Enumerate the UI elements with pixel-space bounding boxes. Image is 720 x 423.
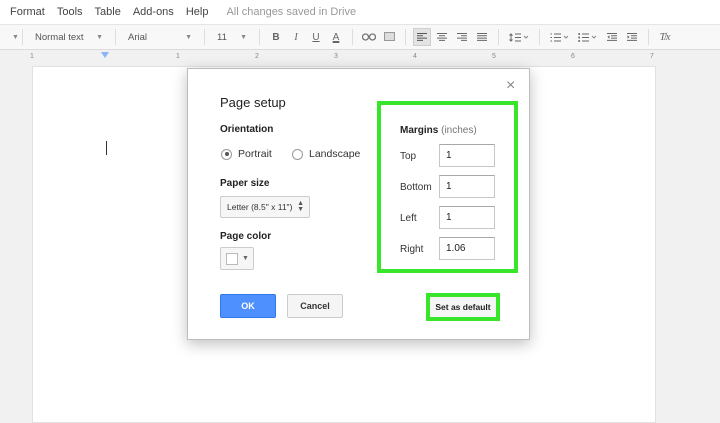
top-margin-input[interactable]: 1 — [439, 144, 495, 167]
underline-button[interactable]: U — [307, 28, 325, 46]
bold-button[interactable]: B — [267, 28, 285, 46]
margins-title-text: Margins — [400, 125, 439, 136]
link-icon[interactable] — [360, 28, 378, 46]
font-dropdown[interactable]: Arial ▼ — [122, 28, 198, 46]
chevron-down-icon: ▼ — [96, 33, 103, 41]
toolbar: ▼ Normal text ▼ Arial ▼ 11 ▼ B I U A T̸x — [0, 24, 720, 50]
right-margin-label: Right — [400, 244, 424, 255]
updown-arrows-icon: ▲ ▼ — [297, 200, 304, 213]
toolbar-divider — [259, 29, 260, 45]
orientation-label: Orientation — [220, 124, 274, 135]
ruler-tick: 5 — [492, 53, 496, 60]
italic-button[interactable]: I — [287, 28, 305, 46]
toolbar-divider — [352, 29, 353, 45]
style-value: Normal text — [35, 31, 84, 43]
paper-size-value: Letter (8.5" x 11") — [227, 202, 293, 212]
align-right-icon[interactable] — [453, 28, 471, 46]
save-status: All changes saved in Drive — [226, 6, 357, 18]
align-left-icon[interactable] — [413, 28, 431, 46]
bottom-margin-input[interactable]: 1 — [439, 175, 495, 198]
landscape-radio[interactable]: Landscape — [292, 148, 360, 160]
clear-formatting-button[interactable]: T̸x — [656, 28, 674, 46]
ok-button[interactable]: OK — [220, 294, 276, 318]
align-justify-icon[interactable] — [473, 28, 491, 46]
menu-tools[interactable]: Tools — [47, 6, 83, 18]
set-default-highlight: Set as default — [426, 293, 500, 321]
ruler-tick: 2 — [255, 53, 259, 60]
decrease-indent-icon[interactable] — [603, 28, 621, 46]
toolbar-divider — [405, 29, 406, 45]
menu-bar: Format Tools Table Add-ons Help All chan… — [0, 0, 720, 24]
portrait-radio[interactable]: Portrait — [221, 148, 272, 160]
radio-unchecked-icon — [292, 148, 303, 160]
font-size-dropdown[interactable]: 11 ▼ — [211, 28, 253, 46]
comment-icon[interactable] — [380, 28, 398, 46]
menu-format[interactable]: Format — [0, 6, 45, 18]
increase-indent-icon[interactable] — [623, 28, 641, 46]
menu-help[interactable]: Help — [176, 6, 209, 18]
chevron-down-icon: ▼ — [240, 33, 247, 41]
page-setup-dialog: × Page setup Orientation Portrait Landsc… — [187, 68, 530, 340]
font-size-value: 11 — [217, 31, 227, 43]
left-margin-label: Left — [400, 213, 417, 224]
text-cursor — [106, 141, 107, 155]
ruler-tick: 4 — [413, 53, 417, 60]
font-value: Arial — [128, 31, 148, 43]
left-margin-input[interactable]: 1 — [439, 206, 495, 229]
toolbar-divider — [648, 29, 649, 45]
right-margin-input[interactable]: 1.06 — [439, 237, 495, 260]
menu-table[interactable]: Table — [85, 6, 121, 18]
close-icon[interactable]: × — [506, 77, 515, 95]
toolbar-divider — [115, 29, 116, 45]
top-margin-label: Top — [400, 151, 417, 162]
portrait-label: Portrait — [238, 148, 272, 160]
cancel-button[interactable]: Cancel — [287, 294, 343, 318]
paper-size-label: Paper size — [220, 178, 270, 189]
landscape-label: Landscape — [309, 148, 361, 160]
text-color-button[interactable]: A — [327, 28, 345, 46]
radio-checked-icon — [221, 148, 232, 160]
chevron-down-icon: ▼ — [12, 33, 19, 41]
color-swatch — [226, 253, 238, 265]
ruler-tick: 1 — [30, 53, 34, 60]
ruler-tick: 3 — [334, 53, 338, 60]
toolbar-divider — [539, 29, 540, 45]
style-dropdown[interactable]: Normal text ▼ — [29, 28, 109, 46]
indent-marker[interactable] — [101, 52, 109, 58]
toolbar-divider — [204, 29, 205, 45]
page-color-label: Page color — [220, 231, 272, 242]
align-center-icon[interactable] — [433, 28, 451, 46]
dialog-title: Page setup — [220, 95, 286, 110]
bottom-margin-label: Bottom — [400, 182, 432, 193]
toolbar-divider — [498, 29, 499, 45]
toolbar-divider — [22, 29, 23, 45]
ruler-tick: 1 — [176, 53, 180, 60]
chevron-down-icon: ▼ — [242, 255, 249, 262]
ruler: 1 1 2 3 4 5 6 7 — [0, 50, 720, 66]
line-spacing-icon[interactable] — [506, 28, 532, 46]
paper-size-select[interactable]: Letter (8.5" x 11") ▲ ▼ — [220, 196, 310, 218]
bulleted-list-icon[interactable] — [575, 28, 601, 46]
ruler-tick: 6 — [571, 53, 575, 60]
menu-addons[interactable]: Add-ons — [123, 6, 174, 18]
ruler-tick: 7 — [650, 53, 654, 60]
numbered-list-icon[interactable] — [547, 28, 573, 46]
margins-unit: (inches) — [441, 125, 477, 136]
set-as-default-button[interactable]: Set as default — [430, 297, 496, 317]
margins-section: Margins (inches) Top 1 Bottom 1 Left 1 R… — [377, 101, 518, 273]
toolbar-more-dropdown[interactable]: ▼ — [0, 28, 19, 46]
chevron-down-icon: ▼ — [185, 33, 192, 41]
page-color-picker[interactable]: ▼ — [220, 247, 254, 270]
margins-label: Margins (inches) — [400, 125, 477, 136]
